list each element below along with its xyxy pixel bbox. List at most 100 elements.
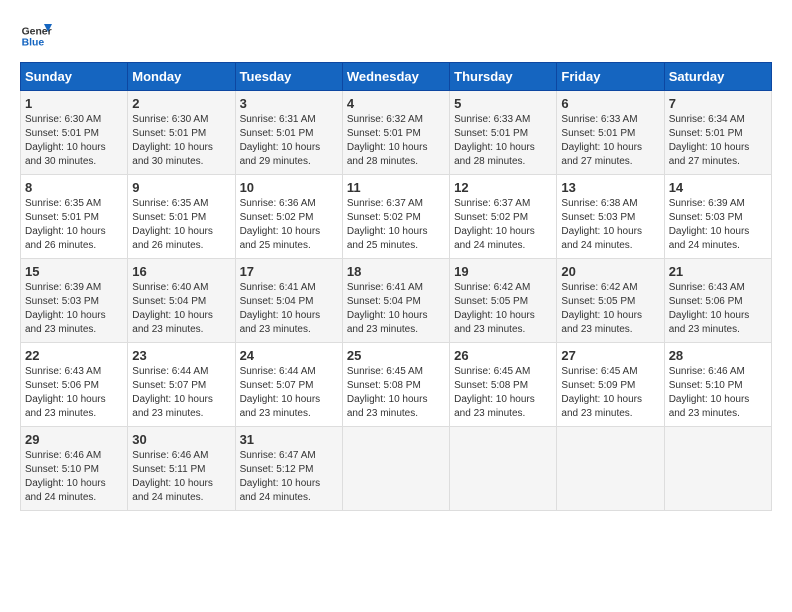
day-number: 8 xyxy=(25,180,123,195)
day-number: 4 xyxy=(347,96,445,111)
calendar-cell: 31 Sunrise: 6:47 AMSunset: 5:12 PMDayligh… xyxy=(235,427,342,511)
calendar-cell: 28 Sunrise: 6:46 AMSunset: 5:10 PMDayligh… xyxy=(664,343,771,427)
day-info: Sunrise: 6:33 AMSunset: 5:01 PMDaylight:… xyxy=(561,113,659,169)
day-number: 25 xyxy=(347,348,445,363)
calendar-cell: 15 Sunrise: 6:39 AMSunset: 5:03 PMDayligh… xyxy=(21,259,128,343)
day-info: Sunrise: 6:30 AMSunset: 5:01 PMDaylight:… xyxy=(25,113,123,169)
day-info: Sunrise: 6:41 AMSunset: 5:04 PMDaylight:… xyxy=(347,281,445,337)
day-number: 20 xyxy=(561,264,659,279)
day-info: Sunrise: 6:33 AMSunset: 5:01 PMDaylight:… xyxy=(454,113,552,169)
calendar-cell: 18 Sunrise: 6:41 AMSunset: 5:04 PMDayligh… xyxy=(342,259,449,343)
calendar-cell: 11Sunrise: 6:37 AMSunset: 5:02 PMDayligh… xyxy=(342,175,449,259)
day-info: Sunrise: 6:38 AMSunset: 5:03 PMDaylight:… xyxy=(561,197,659,253)
calendar-cell: 8 Sunrise: 6:35 AMSunset: 5:01 PMDaylight… xyxy=(21,175,128,259)
day-number: 1 xyxy=(25,96,123,111)
day-info: Sunrise: 6:35 AMSunset: 5:01 PMDaylight:… xyxy=(132,197,230,253)
day-info: Sunrise: 6:37 AMSunset: 5:02 PMDaylight:… xyxy=(454,197,552,253)
calendar-cell: 7 Sunrise: 6:34 AMSunset: 5:01 PMDaylight… xyxy=(664,91,771,175)
day-number: 31 xyxy=(240,432,338,447)
calendar-cell: 21 Sunrise: 6:43 AMSunset: 5:06 PMDayligh… xyxy=(664,259,771,343)
day-number: 26 xyxy=(454,348,552,363)
day-info: Sunrise: 6:37 AMSunset: 5:02 PMDaylight:… xyxy=(347,197,445,253)
day-info: Sunrise: 6:45 AMSunset: 5:09 PMDaylight:… xyxy=(561,365,659,421)
day-number: 7 xyxy=(669,96,767,111)
day-number: 18 xyxy=(347,264,445,279)
day-header-monday: Monday xyxy=(128,63,235,91)
day-number: 19 xyxy=(454,264,552,279)
calendar-cell: 6Sunrise: 6:33 AMSunset: 5:01 PMDaylight… xyxy=(557,91,664,175)
calendar-cell: 19 Sunrise: 6:42 AMSunset: 5:05 PMDayligh… xyxy=(450,259,557,343)
day-number: 21 xyxy=(669,264,767,279)
day-header-friday: Friday xyxy=(557,63,664,91)
day-number: 10 xyxy=(240,180,338,195)
calendar-cell: 20 Sunrise: 6:42 AMSunset: 5:05 PMDayligh… xyxy=(557,259,664,343)
calendar-cell xyxy=(664,427,771,511)
calendar-cell: 29 Sunrise: 6:46 AMSunset: 5:10 PMDayligh… xyxy=(21,427,128,511)
day-info: Sunrise: 6:42 AMSunset: 5:05 PMDaylight:… xyxy=(454,281,552,337)
day-number: 28 xyxy=(669,348,767,363)
calendar-cell: 10Sunrise: 6:36 AMSunset: 5:02 PMDayligh… xyxy=(235,175,342,259)
day-info: Sunrise: 6:34 AMSunset: 5:01 PMDaylight:… xyxy=(669,113,767,169)
calendar-cell: 26 Sunrise: 6:45 AMSunset: 5:08 PMDayligh… xyxy=(450,343,557,427)
day-info: Sunrise: 6:47 AMSunset: 5:12 PMDaylight:… xyxy=(240,449,338,505)
day-number: 30 xyxy=(132,432,230,447)
day-header-tuesday: Tuesday xyxy=(235,63,342,91)
day-number: 5 xyxy=(454,96,552,111)
day-info: Sunrise: 6:39 AMSunset: 5:03 PMDaylight:… xyxy=(25,281,123,337)
day-info: Sunrise: 6:30 AMSunset: 5:01 PMDaylight:… xyxy=(132,113,230,169)
day-number: 3 xyxy=(240,96,338,111)
calendar-cell xyxy=(450,427,557,511)
calendar-week-row: 15 Sunrise: 6:39 AMSunset: 5:03 PMDayligh… xyxy=(21,259,772,343)
day-info: Sunrise: 6:45 AMSunset: 5:08 PMDaylight:… xyxy=(347,365,445,421)
day-info: Sunrise: 6:45 AMSunset: 5:08 PMDaylight:… xyxy=(454,365,552,421)
calendar-cell: 30 Sunrise: 6:46 AMSunset: 5:11 PMDayligh… xyxy=(128,427,235,511)
calendar-cell: 5 Sunrise: 6:33 AMSunset: 5:01 PMDaylight… xyxy=(450,91,557,175)
day-number: 29 xyxy=(25,432,123,447)
calendar-cell: 17 Sunrise: 6:41 AMSunset: 5:04 PMDayligh… xyxy=(235,259,342,343)
calendar-week-row: 8 Sunrise: 6:35 AMSunset: 5:01 PMDaylight… xyxy=(21,175,772,259)
day-info: Sunrise: 6:42 AMSunset: 5:05 PMDaylight:… xyxy=(561,281,659,337)
day-number: 14 xyxy=(669,180,767,195)
day-number: 17 xyxy=(240,264,338,279)
calendar-cell: 9 Sunrise: 6:35 AMSunset: 5:01 PMDaylight… xyxy=(128,175,235,259)
day-info: Sunrise: 6:32 AMSunset: 5:01 PMDaylight:… xyxy=(347,113,445,169)
calendar-week-row: 22 Sunrise: 6:43 AMSunset: 5:06 PMDayligh… xyxy=(21,343,772,427)
day-info: Sunrise: 6:43 AMSunset: 5:06 PMDaylight:… xyxy=(669,281,767,337)
calendar-header-row: SundayMondayTuesdayWednesdayThursdayFrid… xyxy=(21,63,772,91)
calendar-week-row: 29 Sunrise: 6:46 AMSunset: 5:10 PMDayligh… xyxy=(21,427,772,511)
day-header-wednesday: Wednesday xyxy=(342,63,449,91)
day-header-saturday: Saturday xyxy=(664,63,771,91)
day-number: 12 xyxy=(454,180,552,195)
day-number: 24 xyxy=(240,348,338,363)
calendar-week-row: 1 Sunrise: 6:30 AMSunset: 5:01 PMDaylight… xyxy=(21,91,772,175)
calendar-cell xyxy=(342,427,449,511)
day-info: Sunrise: 6:40 AMSunset: 5:04 PMDaylight:… xyxy=(132,281,230,337)
day-number: 9 xyxy=(132,180,230,195)
day-info: Sunrise: 6:44 AMSunset: 5:07 PMDaylight:… xyxy=(240,365,338,421)
day-info: Sunrise: 6:46 AMSunset: 5:10 PMDaylight:… xyxy=(25,449,123,505)
day-number: 27 xyxy=(561,348,659,363)
calendar-table: SundayMondayTuesdayWednesdayThursdayFrid… xyxy=(20,62,772,511)
calendar-cell: 12 Sunrise: 6:37 AMSunset: 5:02 PMDayligh… xyxy=(450,175,557,259)
day-number: 15 xyxy=(25,264,123,279)
calendar-cell: 25 Sunrise: 6:45 AMSunset: 5:08 PMDayligh… xyxy=(342,343,449,427)
day-number: 13 xyxy=(561,180,659,195)
day-header-sunday: Sunday xyxy=(21,63,128,91)
logo-icon: General Blue xyxy=(20,20,52,52)
day-info: Sunrise: 6:43 AMSunset: 5:06 PMDaylight:… xyxy=(25,365,123,421)
day-info: Sunrise: 6:41 AMSunset: 5:04 PMDaylight:… xyxy=(240,281,338,337)
day-info: Sunrise: 6:35 AMSunset: 5:01 PMDaylight:… xyxy=(25,197,123,253)
day-number: 23 xyxy=(132,348,230,363)
calendar-cell xyxy=(557,427,664,511)
day-number: 16 xyxy=(132,264,230,279)
day-info: Sunrise: 6:46 AMSunset: 5:10 PMDaylight:… xyxy=(669,365,767,421)
calendar-cell: 23Sunrise: 6:44 AMSunset: 5:07 PMDayligh… xyxy=(128,343,235,427)
day-header-thursday: Thursday xyxy=(450,63,557,91)
day-number: 2 xyxy=(132,96,230,111)
calendar-cell: 22 Sunrise: 6:43 AMSunset: 5:06 PMDayligh… xyxy=(21,343,128,427)
day-info: Sunrise: 6:46 AMSunset: 5:11 PMDaylight:… xyxy=(132,449,230,505)
svg-text:Blue: Blue xyxy=(22,38,45,49)
calendar-cell: 3Sunrise: 6:31 AMSunset: 5:01 PMDaylight… xyxy=(235,91,342,175)
calendar-cell: 24 Sunrise: 6:44 AMSunset: 5:07 PMDayligh… xyxy=(235,343,342,427)
day-number: 22 xyxy=(25,348,123,363)
